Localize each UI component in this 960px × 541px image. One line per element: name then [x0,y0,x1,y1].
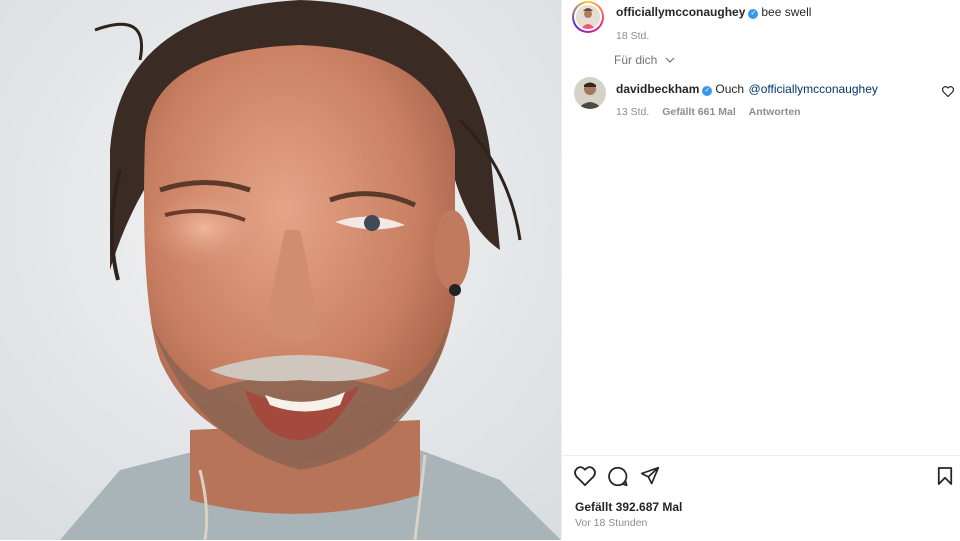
post-header: officiallymcconaughey ✓ bee swell 18 Std. [572,1,811,42]
post-author-username[interactable]: officiallymcconaughey [616,5,745,19]
comment-reply-button[interactable]: Antworten [749,106,801,118]
comment-likes[interactable]: Gefällt 661 Mal [662,106,736,118]
author-avatar[interactable] [572,1,604,33]
share-paper-plane-icon[interactable] [640,466,660,486]
comment-time[interactable]: 13 Std. [616,106,649,118]
comment-filter-dropdown[interactable]: Für dich [614,53,675,67]
comment-item: davidbeckham ✓ Ouch @officiallymcconaughey… [574,77,878,118]
comment-author-username[interactable]: davidbeckham [616,82,699,96]
chevron-down-icon [665,57,675,63]
instagram-post-view: officiallymcconaughey ✓ bee swell 18 Std. … [0,0,960,540]
post-timestamp: Vor 18 Stunden [575,517,648,529]
comment-mention-link[interactable]: @officiallymcconaughey [749,82,878,96]
post-time[interactable]: 18 Std. [616,30,811,42]
comment-author-avatar[interactable] [574,77,606,109]
like-heart-icon[interactable] [574,466,596,486]
comments-panel: officiallymcconaughey ✓ bee swell 18 Std. … [561,0,960,540]
comment-like-heart-icon[interactable] [942,86,954,97]
verified-badge-icon: ✓ [702,86,713,96]
post-actions-bar: Gefällt 392.687 Mal Vor 18 Stunden [562,455,960,541]
post-photo[interactable] [0,0,561,540]
comment-meta: 13 Std. Gefällt 661 Mal Antworten [616,106,878,118]
post-image [0,0,561,540]
save-bookmark-icon[interactable] [937,466,953,486]
verified-badge-icon: ✓ [748,9,759,19]
author-avatar-image [576,5,600,29]
comment-text: Ouch [715,82,745,96]
comment-filter-label: Für dich [614,53,658,67]
post-caption: bee swell [761,5,812,19]
post-like-count[interactable]: Gefällt 392.687 Mal [575,500,682,514]
comment-bubble-icon[interactable] [607,466,628,487]
